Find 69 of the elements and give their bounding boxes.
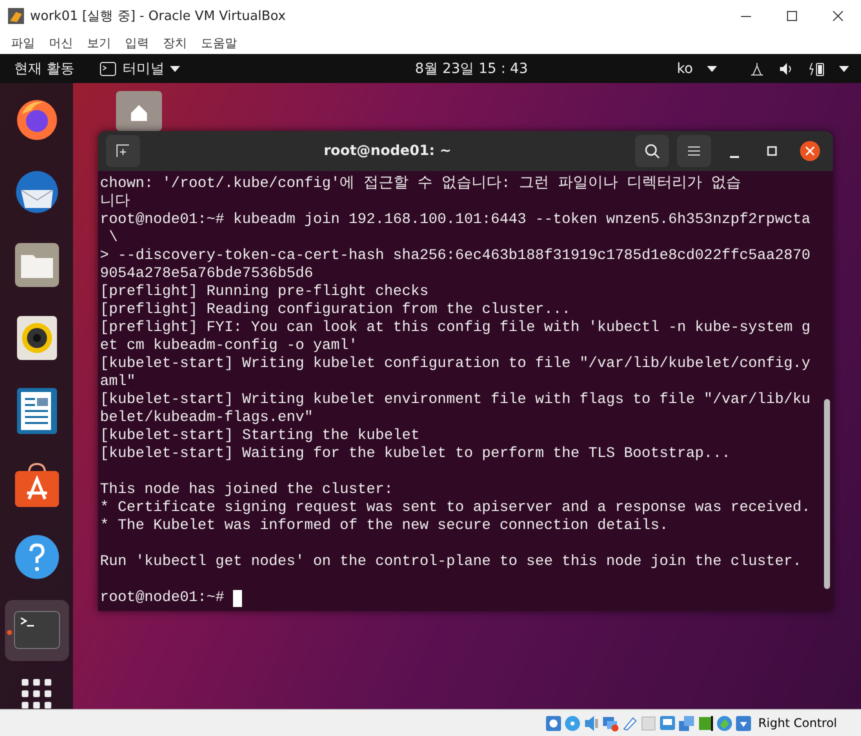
- help-icon: [14, 535, 58, 580]
- scrollbar[interactable]: [824, 399, 830, 589]
- menu-icon: [688, 146, 700, 156]
- terminal-line: 니다: [100, 193, 130, 211]
- search-button[interactable]: [635, 135, 669, 167]
- terminal-line: [preflight] Running pre-flight checks: [100, 283, 429, 301]
- terminal-line: 9054a278e5a76bde7536b5d6: [100, 265, 314, 283]
- network-icon: [602, 714, 620, 732]
- caret-icon: [839, 66, 849, 72]
- terminal-line: [kubelet-start] Starting the kubelet: [100, 427, 420, 445]
- folder-icon: [14, 243, 58, 288]
- clock[interactable]: 8월 23일 15 : 43: [415, 60, 528, 78]
- terminal-title: root@node01: ~: [322, 143, 452, 159]
- app-menu[interactable]: 터미널: [122, 60, 164, 78]
- menu-button[interactable]: [677, 135, 711, 167]
- search-icon: [644, 143, 660, 159]
- terminal-line: [kubelet-start] Writing kubelet environment file with flags to file "/var/lib/ku: [100, 391, 810, 409]
- minimize-icon: [730, 156, 738, 158]
- terminal-line: aml": [100, 373, 136, 391]
- maximize-icon: [787, 11, 797, 21]
- download-icon: [735, 714, 752, 732]
- terminal-line: et cm kubeadm-config -o yaml': [100, 337, 358, 355]
- terminal-line: chown: '/root/.kube/config'에 접근할 수 없습니다: 그런 파일이나 디렉터리가 없습: [100, 175, 741, 193]
- document-icon: [16, 388, 56, 434]
- virtualbox-icon: [8, 8, 24, 24]
- terminal-line: \: [108, 229, 118, 247]
- caret-icon: [170, 66, 180, 72]
- shared-folder-icon: [640, 714, 658, 732]
- maximize-icon: [767, 146, 777, 156]
- menu-item[interactable]: 장치: [156, 34, 194, 52]
- network-icon: [749, 62, 765, 76]
- terminal-line: [kubelet-start] Waiting for the kubelet to perform the TLS Bootstrap...: [100, 445, 730, 463]
- new-tab-button[interactable]: [106, 135, 140, 167]
- terminal-line: > --discovery-token-ca-cert-hash sha256:6ec463b188f31919c1785d1e8cd022ffc5aa2870: [100, 247, 810, 265]
- window-title: work01 [실행 중] - Oracle VM VirtualBox: [30, 8, 287, 25]
- terminal-line: root@node01:~# kubeadm join 192.168.100.101:6443 --token wnzen5.6h353nzpf2rpwcta: [100, 211, 810, 229]
- terminal-line: [kubelet-start] Writing kubelet configuration to file "/var/lib/kubelet/config.y: [100, 355, 810, 373]
- battery-icon: [809, 60, 825, 76]
- home-folder-icon: [116, 91, 162, 131]
- menu-item[interactable]: 머신: [42, 34, 80, 52]
- terminal-icon: [14, 611, 60, 650]
- terminal-line: belet/kubeadm-flags.env": [100, 409, 314, 427]
- windows-icon: [678, 714, 696, 732]
- new-tab-icon: [116, 144, 130, 158]
- menu-item[interactable]: 보기: [80, 34, 118, 52]
- menu-item[interactable]: 입력: [118, 34, 156, 52]
- terminal-line: * Certificate signing request was sent to apiserver and a response was received.: [100, 499, 810, 517]
- activities-button[interactable]: 현재 활동: [0, 60, 88, 78]
- display-icon: [659, 714, 676, 732]
- menu-item[interactable]: 도움말: [194, 34, 244, 52]
- terminal-line: * The Kubelet was informed of the new secure connection details.: [100, 517, 668, 535]
- audio-icon: [583, 714, 600, 732]
- chip-icon: [697, 714, 714, 732]
- close-icon: [833, 11, 843, 21]
- terminal-line: [preflight] FYI: You can look at this config file with 'kubectl -n kube-system g: [100, 319, 810, 337]
- caret-icon: [707, 66, 717, 72]
- terminal-icon: [100, 62, 116, 76]
- terminal-line: Run 'kubectl get nodes' on the control-plane to see this node join the cluster.: [100, 553, 802, 571]
- optical-disc-icon: [564, 714, 582, 732]
- terminal-line: This node has joined the cluster:: [100, 481, 394, 499]
- shopping-bag-icon: [14, 461, 58, 508]
- terminal-line: [preflight] Reading configuration from the cluster...: [100, 301, 571, 319]
- globe-icon: [716, 714, 734, 732]
- language-menu[interactable]: ko: [676, 60, 693, 76]
- terminal-line: root@node01:~#: [100, 589, 226, 607]
- host-key-label: Right Control: [758, 716, 837, 730]
- menu-item[interactable]: 파일: [4, 34, 42, 52]
- speaker-icon: [16, 316, 56, 360]
- close-icon: [799, 140, 821, 162]
